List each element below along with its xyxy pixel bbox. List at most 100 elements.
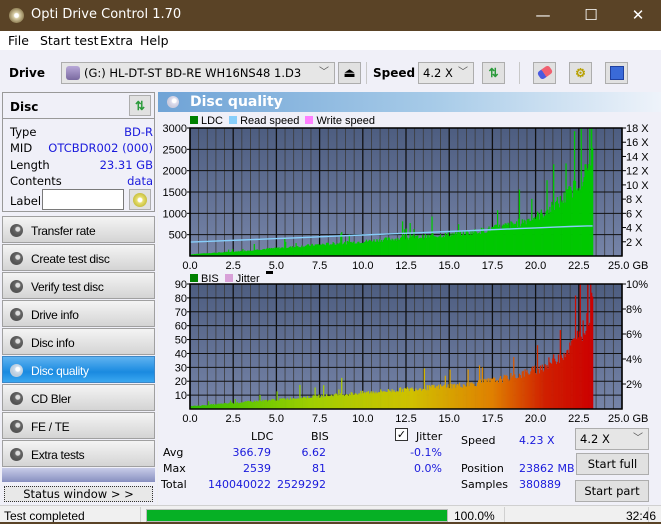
window-title: Opti Drive Control 1.70 bbox=[31, 7, 182, 22]
settings-button[interactable]: ⚙ bbox=[569, 62, 592, 84]
disc-value: OTCBDR002 (000) bbox=[48, 141, 153, 155]
refresh-icon: ⇅ bbox=[488, 66, 499, 80]
save-icon bbox=[609, 66, 624, 80]
max-ldc: 2539 bbox=[243, 462, 271, 475]
nav-drive-info[interactable]: Drive info bbox=[2, 300, 155, 327]
label-input[interactable] bbox=[42, 189, 124, 210]
nav-verify-test-disc[interactable]: Verify test disc bbox=[2, 272, 155, 299]
y-tick-label: 10 bbox=[175, 390, 187, 402]
test-speed-select[interactable]: 4.2 X ﹀ bbox=[575, 428, 649, 450]
nav-transfer-rate[interactable]: Transfer rate bbox=[2, 216, 155, 243]
transfer-rate-icon bbox=[10, 224, 23, 237]
menu-file[interactable]: File bbox=[8, 33, 29, 48]
disc-key: Length bbox=[10, 158, 50, 172]
drive-select[interactable]: (G:) HL-DT-ST BD-RE WH16NS48 1.D3 ﹀ bbox=[61, 62, 335, 84]
x-tick-label: 12.5 bbox=[395, 413, 416, 422]
nav-label: CD Bler bbox=[31, 392, 71, 406]
y2-tick-label: 8% bbox=[626, 304, 642, 316]
x-tick-label: 2.5 bbox=[226, 413, 241, 422]
x-tick-label: 5.0 bbox=[269, 413, 284, 422]
x-tick-label: 22.5 bbox=[568, 260, 589, 272]
nav-label: Verify test disc bbox=[31, 280, 104, 294]
status-window-button[interactable]: Status window > > bbox=[4, 486, 153, 502]
y2-tick-label: 10 X bbox=[626, 180, 649, 192]
y-tick-label: 90 bbox=[175, 279, 187, 291]
x-tick-label: 10.0 bbox=[352, 260, 373, 272]
disc-header: Disc bbox=[10, 100, 39, 114]
x-tick-label: 15.0 bbox=[438, 413, 459, 422]
y2-tick-label: 8 X bbox=[626, 194, 643, 206]
speed-select-value: 4.2 X bbox=[423, 66, 453, 80]
chevron-down-icon: ﹀ bbox=[633, 433, 643, 444]
x-tick-label: 17.5 bbox=[482, 413, 503, 422]
speed-stat-value: 4.23 X bbox=[519, 434, 555, 447]
toolbar: Drive (G:) HL-DT-ST BD-RE WH16NS48 1.D3 … bbox=[0, 50, 661, 92]
nav-disc-info[interactable]: Disc info bbox=[2, 328, 155, 355]
refresh-button[interactable]: ⇅ bbox=[482, 62, 505, 84]
col-bis-header: BIS bbox=[311, 430, 329, 443]
nav-disc-quality[interactable]: Disc quality bbox=[2, 356, 155, 383]
y-tick-label: 1000 bbox=[163, 208, 187, 220]
total-label: Total bbox=[161, 478, 187, 491]
divider bbox=[3, 118, 154, 119]
nav-label: Drive info bbox=[31, 308, 79, 322]
jitter-checkbox[interactable]: ✓ bbox=[395, 428, 408, 441]
start-part-button[interactable]: Start part bbox=[575, 480, 649, 502]
close-button[interactable]: ✕ bbox=[615, 0, 661, 31]
drive-label: Drive bbox=[9, 66, 45, 80]
nav-label: Disc quality bbox=[31, 364, 89, 378]
x-tick-label: 22.5 bbox=[568, 413, 589, 422]
chevron-down-icon: ﹀ bbox=[458, 67, 468, 78]
drive-icon bbox=[66, 66, 80, 80]
nav-cd-bler[interactable]: CD Bler bbox=[2, 384, 155, 411]
samples-label: Samples bbox=[461, 478, 508, 491]
chevron-down-icon: ﹀ bbox=[319, 67, 329, 78]
y-tick-label: 50 bbox=[175, 335, 187, 347]
drive-select-value: (G:) HL-DT-ST BD-RE WH16NS48 1.D3 bbox=[84, 66, 302, 80]
col-ldc-header: LDC bbox=[251, 430, 274, 443]
x-tick-label: 25.0 GB bbox=[608, 413, 648, 422]
charts: 0.0 2.5 5.0 7.5 10.0 12.5 15.0 17.5 20.0 22.5 25.0… bbox=[163, 123, 650, 422]
disc-key: MID bbox=[10, 141, 33, 155]
y-tick-label: 1500 bbox=[163, 187, 187, 199]
disc-value: BD-R bbox=[124, 125, 153, 139]
menu-bar: File Start test Extra Help bbox=[0, 31, 661, 50]
y2-tick-label: 10% bbox=[626, 279, 648, 291]
menu-start-test[interactable]: Start test bbox=[40, 33, 99, 48]
avg-ldc: 366.79 bbox=[232, 446, 272, 459]
title-bar: Opti Drive Control 1.70 — ☐ ✕ bbox=[0, 0, 661, 31]
save-button[interactable] bbox=[605, 62, 628, 84]
create-disc-icon bbox=[10, 252, 23, 265]
progress-fill bbox=[147, 510, 447, 521]
eject-button[interactable]: ⏏ bbox=[338, 62, 361, 84]
start-full-button[interactable]: Start full bbox=[576, 453, 649, 475]
y-tick-label: 20 bbox=[175, 376, 187, 388]
x-tick-label: 7.5 bbox=[312, 260, 327, 272]
nav-fe-te[interactable]: FE / TE bbox=[2, 412, 155, 439]
app-icon bbox=[9, 8, 24, 23]
y-tick-label: 60 bbox=[175, 321, 187, 333]
y2-tick-label: 2 X bbox=[626, 237, 643, 249]
menu-help[interactable]: Help bbox=[140, 33, 169, 48]
x-tick-label: 12.5 bbox=[395, 260, 416, 272]
avg-label: Avg bbox=[163, 446, 184, 459]
speed-stat-label: Speed bbox=[461, 434, 496, 447]
minimize-button[interactable]: — bbox=[520, 0, 566, 31]
label-disc-button[interactable] bbox=[129, 189, 151, 210]
nav-label: Transfer rate bbox=[31, 224, 96, 238]
maximize-button[interactable]: ☐ bbox=[568, 0, 614, 31]
y2-tick-label: 2% bbox=[626, 379, 642, 391]
menu-extra[interactable]: Extra bbox=[100, 33, 133, 48]
nav-label: Disc info bbox=[31, 336, 75, 350]
position-value: 23862 MB bbox=[519, 462, 575, 475]
progress-text: 100.0% bbox=[454, 509, 495, 523]
elapsed-time: 32:46 bbox=[626, 509, 657, 523]
nav-extra-tests[interactable]: Extra tests bbox=[2, 440, 155, 467]
progress-bar bbox=[146, 509, 448, 522]
nav-create-test-disc[interactable]: Create test disc bbox=[2, 244, 155, 271]
speed-select[interactable]: 4.2 X ﹀ bbox=[418, 62, 474, 84]
erase-button[interactable] bbox=[533, 62, 556, 84]
ldc-chart: 0.0 2.5 5.0 7.5 10.0 12.5 15.0 17.5 20.0 22.5 25.0… bbox=[163, 123, 650, 272]
disc-refresh-button[interactable]: ⇅ bbox=[129, 95, 151, 116]
y-tick-label: 2000 bbox=[163, 166, 187, 178]
